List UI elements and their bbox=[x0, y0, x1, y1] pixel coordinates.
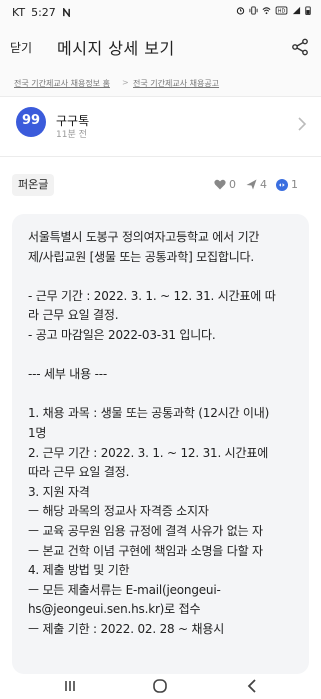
message-line: hs@jeongeui.sen.hs.kr)로 접수 bbox=[28, 602, 201, 617]
message-line bbox=[28, 346, 300, 366]
message-line bbox=[28, 267, 300, 287]
share-count: 4 bbox=[260, 178, 267, 191]
wifi-icon bbox=[262, 7, 271, 15]
view-count: 1 bbox=[291, 178, 298, 191]
message-line: 4. 제출 방법 및 기한 bbox=[28, 563, 130, 578]
breadcrumb-home-link[interactable]: 전국 기간제교사 채용정보 홈 bbox=[14, 78, 110, 89]
message-line: --- 세부 내용 --- bbox=[28, 367, 107, 382]
chevron-right-icon bbox=[298, 117, 307, 131]
send-icon bbox=[246, 179, 257, 190]
view-stat: 1 bbox=[276, 178, 298, 191]
heart-icon bbox=[214, 179, 226, 190]
back-icon[interactable] bbox=[244, 678, 260, 694]
author-row[interactable]: 99 구구톡 11분 전 bbox=[0, 97, 321, 155]
carrier-label: KT bbox=[12, 6, 26, 19]
message-line: ㅡ 제출 기한 : 2022. 02. 28 ~ 채용시 bbox=[28, 621, 225, 636]
message-line: 2. 근무 기간 : 2022. 3. 1. ~ 12. 31. 시간표에 bbox=[28, 445, 269, 460]
alarm-icon bbox=[236, 7, 245, 15]
repost-badge: 퍼온글 bbox=[12, 174, 55, 196]
home-icon[interactable] bbox=[152, 678, 168, 694]
message-line: ㅡ 해당 과목의 정교사 자격증 소지자 bbox=[28, 504, 209, 519]
message-card: 서울특별시 도봉구 정의여자고등학교 에서 기간제/사립교원 [생물 또는 공통… bbox=[12, 214, 309, 674]
status-time: 5:27 bbox=[31, 6, 56, 19]
message-line: ㅡ 교육 공무원 임용 규정에 결격 사유가 없는 자 bbox=[28, 523, 263, 538]
message-line: 3. 지원 자격 bbox=[28, 484, 90, 499]
signal-icon bbox=[292, 6, 301, 15]
avatar: 99 bbox=[16, 107, 46, 137]
message-line: 라 근무 요일 결정. bbox=[28, 308, 119, 323]
message-line: 1명 bbox=[28, 425, 47, 440]
message-line: 서울특별시 도봉구 정의여자고등학교 에서 기간 bbox=[28, 230, 260, 244]
status-bar: KT 5:27 HD bbox=[0, 0, 321, 26]
post-time: 11분 전 bbox=[56, 130, 87, 140]
message-line: ㅡ 본교 건학 이념 구현에 책임과 소명을 다할 자 bbox=[28, 543, 263, 558]
message-line: 따라 근무 요일 결정. bbox=[28, 465, 130, 480]
message-line: - 공고 마감일은 2022-03-31 입니다. bbox=[28, 327, 216, 342]
close-button[interactable]: 닫기 bbox=[10, 39, 32, 56]
share-stat[interactable]: 4 bbox=[246, 178, 267, 191]
system-nav-bar bbox=[0, 674, 321, 699]
n-icon bbox=[62, 8, 70, 17]
message-body: 서울특별시 도봉구 정의여자고등학교 에서 기간제/사립교원 [생물 또는 공통… bbox=[28, 228, 300, 639]
like-count: 0 bbox=[229, 178, 236, 191]
breadcrumb-board-link[interactable]: 전국 기간제교사 채용공고 bbox=[133, 78, 219, 89]
view-icon bbox=[276, 178, 288, 191]
post-meta-row: 퍼온글 0 4 1 bbox=[0, 168, 321, 202]
breadcrumb: 전국 기간제교사 채용정보 홈 > 전국 기간제교사 채용공고 bbox=[0, 70, 321, 96]
svg-text:HD: HD bbox=[278, 9, 286, 15]
app-bar: 닫기 메시지 상세 보기 bbox=[0, 26, 321, 70]
page-title: 메시지 상세 보기 bbox=[57, 39, 175, 58]
message-line: - 근무 기간 : 2022. 3. 1. ~ 12. 31. 시간표에 따 bbox=[28, 288, 276, 303]
vibrate-icon bbox=[249, 6, 258, 15]
message-line bbox=[28, 385, 300, 405]
divider bbox=[0, 156, 321, 157]
message-line: 1. 채용 과목 : 생물 또는 공통과학 (12시간 이내) bbox=[28, 406, 270, 421]
recent-apps-icon[interactable] bbox=[62, 678, 78, 694]
share-icon[interactable] bbox=[291, 38, 309, 56]
hd-icon: HD bbox=[275, 6, 288, 15]
battery-icon bbox=[305, 6, 311, 15]
like-stat[interactable]: 0 bbox=[214, 178, 236, 191]
breadcrumb-separator: > bbox=[122, 78, 129, 87]
message-line: ㅡ 모든 제출서류는 E-mail(jeongeui- bbox=[28, 582, 221, 597]
message-line: 제/사립교원 [생물 또는 공통과학] 모집합니다. bbox=[28, 249, 255, 264]
